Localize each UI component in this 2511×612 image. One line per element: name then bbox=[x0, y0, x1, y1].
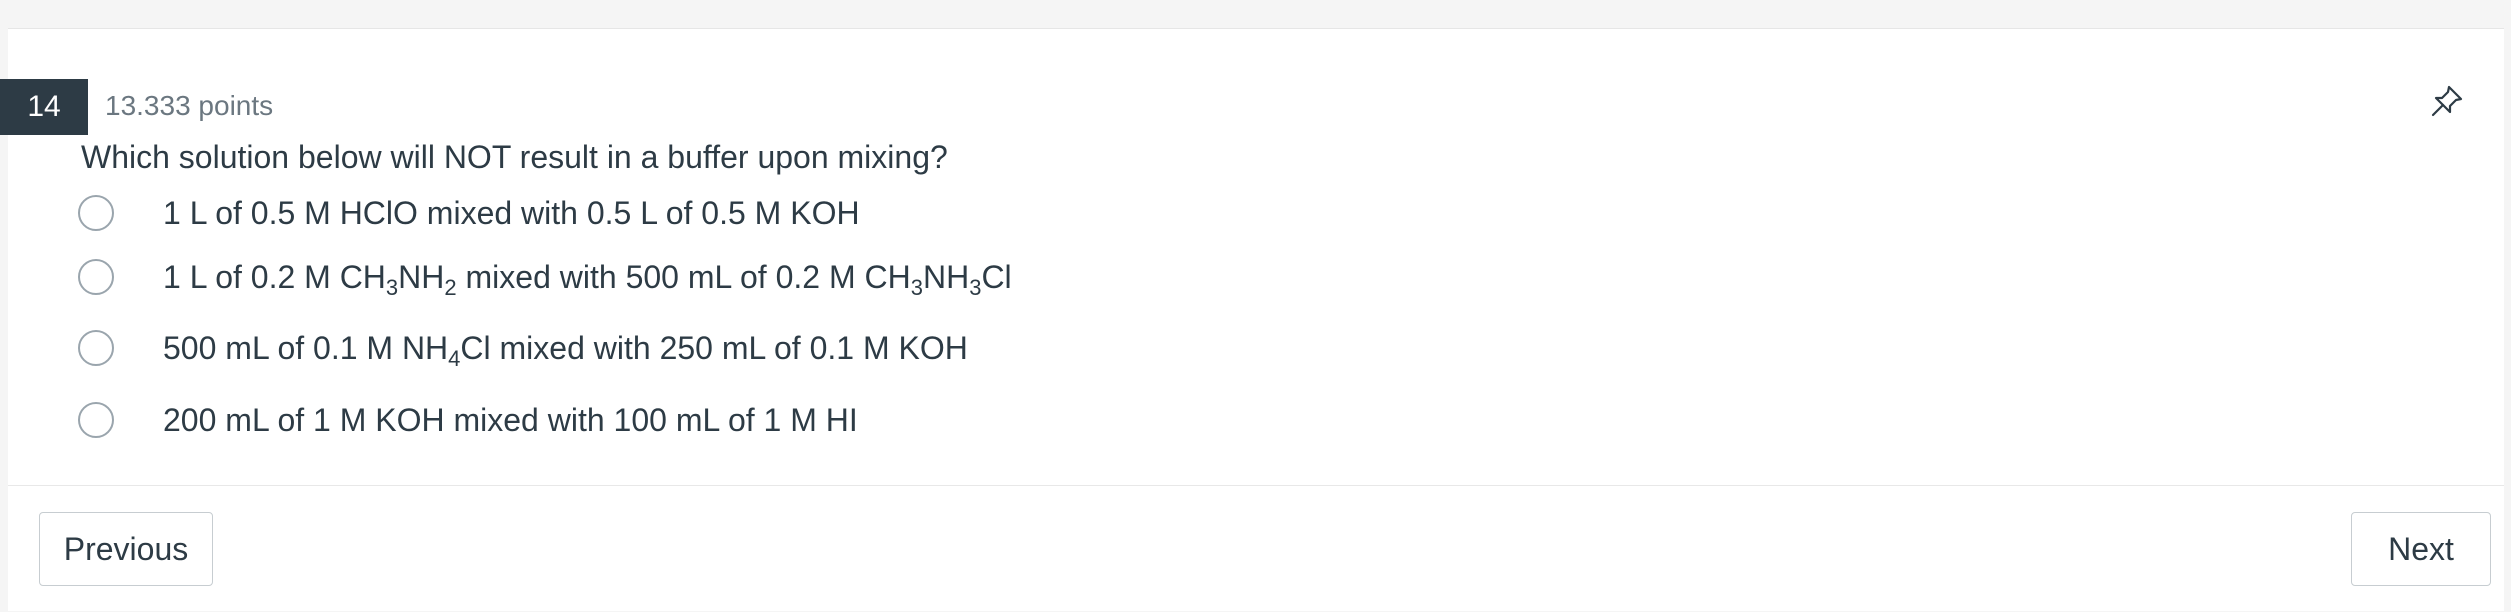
subscript: 4 bbox=[448, 346, 461, 372]
answer-option-label: 1 L of 0.2 M CH3NH2 mixed with 500 mL of… bbox=[163, 259, 1012, 301]
question-prompt: Which solution below will NOT result in … bbox=[81, 139, 948, 175]
previous-button[interactable]: Previous bbox=[39, 512, 213, 586]
pin-icon[interactable] bbox=[2427, 81, 2467, 121]
subscript: 3 bbox=[385, 275, 399, 301]
radio-button[interactable] bbox=[78, 330, 114, 366]
question-number: 14 bbox=[0, 79, 88, 135]
answer-option[interactable]: 500 mL of 0.1 M NH4Cl mixed with 250 mL … bbox=[78, 324, 968, 372]
radio-button[interactable] bbox=[78, 259, 114, 295]
question-card: 14 13.333 points Which solution below wi… bbox=[0, 28, 2504, 611]
subscript: 3 bbox=[969, 275, 982, 301]
next-button[interactable]: Next bbox=[2351, 512, 2491, 586]
answer-option-label: 1 L of 0.5 M HClO mixed with 0.5 L of 0.… bbox=[163, 195, 860, 231]
subscript: 3 bbox=[910, 275, 923, 301]
answer-option[interactable]: 1 L of 0.5 M HClO mixed with 0.5 L of 0.… bbox=[78, 189, 860, 237]
answer-option[interactable]: 1 L of 0.2 M CH3NH2 mixed with 500 mL of… bbox=[78, 253, 1012, 301]
answer-option[interactable]: 200 mL of 1 M KOH mixed with 100 mL of 1… bbox=[78, 396, 858, 444]
question-points: 13.333 points bbox=[105, 90, 274, 121]
footer-divider bbox=[8, 485, 2504, 486]
answer-option-label: 200 mL of 1 M KOH mixed with 100 mL of 1… bbox=[163, 402, 858, 438]
radio-button[interactable] bbox=[78, 195, 114, 231]
radio-button[interactable] bbox=[78, 402, 114, 438]
pin-icon-graphic bbox=[2431, 85, 2463, 117]
answer-option-label: 500 mL of 0.1 M NH4Cl mixed with 250 mL … bbox=[163, 330, 968, 372]
subscript: 2 bbox=[444, 275, 457, 301]
